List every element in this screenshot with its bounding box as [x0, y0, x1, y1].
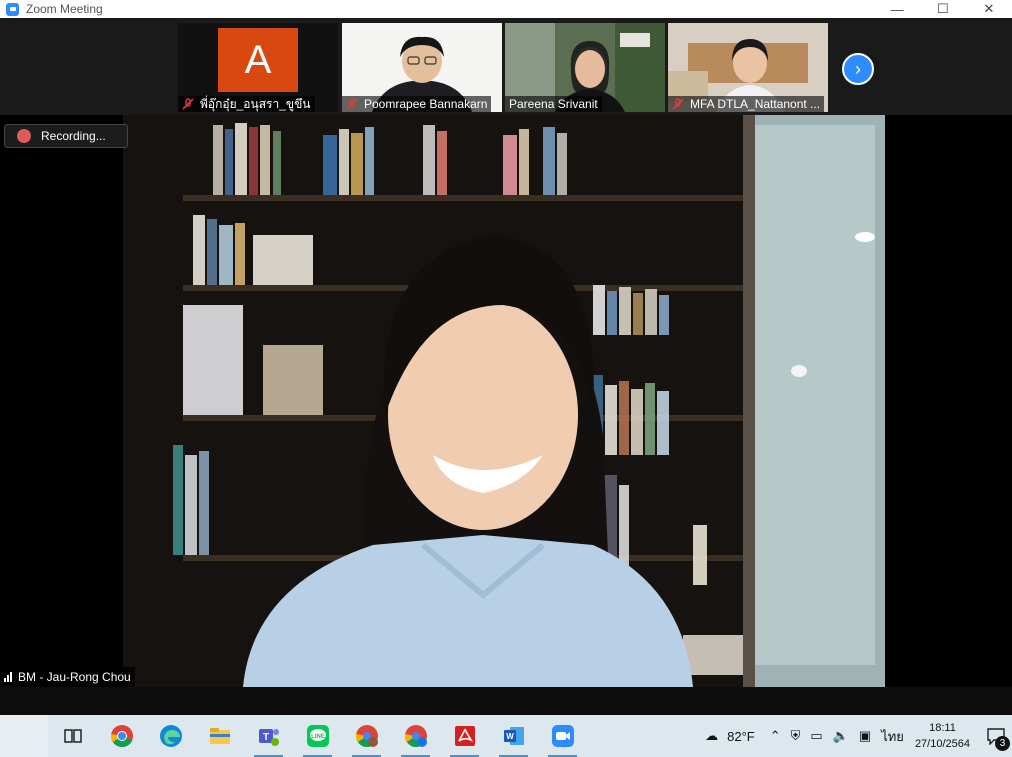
active-speaker-name: BM - Jau-Rong Chou	[18, 670, 131, 684]
svg-text:LINE: LINE	[311, 734, 325, 740]
weather-cloud-icon[interactable]: ☁	[705, 728, 718, 744]
title-bar: Zoom Meeting — ☐ ✕	[0, 0, 1012, 18]
participant-name-bar: Pareena Srivanit	[505, 96, 602, 112]
notification-center-button[interactable]: 3	[980, 715, 1012, 757]
signal-strength-icon	[4, 672, 12, 682]
participant-name-bar: MFA DTLA_Nattanont ...	[668, 96, 825, 112]
language-indicator[interactable]: ไทย	[881, 726, 904, 747]
svg-text:T: T	[262, 732, 268, 743]
recording-indicator[interactable]: Recording...	[4, 124, 128, 148]
chrome-icon[interactable]	[97, 715, 146, 757]
zoom-logo-icon	[6, 2, 19, 16]
mic-muted-icon	[672, 98, 684, 110]
window-title: Zoom Meeting	[26, 2, 103, 16]
chrome-profile-a-icon[interactable]	[391, 715, 440, 757]
windows-taskbar: T LINE W ☁ 82°F ⌃ ⛨ ▭ 🔈 ▣ ไทย 18:11 27/1…	[0, 715, 1012, 757]
participant-name: Poomrapee Bannakarn	[364, 97, 488, 111]
participant-name-bar: พี่อุ๊กอุ๋ย_อนุสรา_ขูขึน	[178, 96, 315, 112]
notification-count: 3	[995, 736, 1010, 751]
battery-icon[interactable]: ▭	[810, 728, 822, 744]
word-icon[interactable]: W	[489, 715, 538, 757]
teams-icon[interactable]: T	[244, 715, 293, 757]
network-icon[interactable]: ▣	[859, 728, 871, 744]
participant-name: Pareena Srivanit	[509, 97, 598, 111]
participant-name: พี่อุ๊กอุ๋ย_อนุสรา_ขูขึน	[200, 96, 311, 111]
edge-icon[interactable]	[146, 715, 195, 757]
svg-text:W: W	[506, 732, 514, 741]
participant-tile[interactable]: Poomrapee Bannakarn	[342, 23, 502, 112]
meeting-controls-area	[0, 687, 1012, 715]
close-button[interactable]: ✕	[966, 0, 1012, 18]
line-icon[interactable]: LINE	[293, 715, 342, 757]
clock-date: 27/10/2564	[914, 738, 970, 750]
active-speaker-video	[123, 115, 885, 687]
participant-name: MFA DTLA_Nattanont ...	[690, 97, 821, 111]
start-area[interactable]	[0, 715, 48, 757]
system-tray: ☁ 82°F ⌃ ⛨ ▭ 🔈 ▣ ไทย 18:11 27/10/2564 3	[700, 715, 1012, 757]
participant-name-bar: Poomrapee Bannakarn	[342, 96, 492, 112]
clock[interactable]: 18:11 27/10/2564	[915, 720, 970, 752]
mic-muted-icon	[346, 98, 358, 110]
participant-avatar: A	[218, 28, 298, 92]
participant-tile[interactable]: MFA DTLA_Nattanont ...	[668, 23, 828, 112]
clock-time: 18:11	[929, 722, 956, 734]
zoom-icon[interactable]	[538, 715, 587, 757]
weather-temp[interactable]: 82°F	[727, 729, 755, 744]
participant-strip: A พี่อุ๊กอุ๋ย_อนุสรา_ขูขึน Poomrapee Ban…	[0, 18, 1012, 115]
next-page-button[interactable]: ›	[842, 53, 874, 85]
recording-label: Recording...	[41, 129, 106, 143]
chevron-up-icon[interactable]: ⌃	[770, 728, 781, 744]
participant-tile[interactable]: A พี่อุ๊กอุ๋ย_อนุสรา_ขูขึน	[178, 23, 338, 112]
cloud-record-icon	[17, 129, 31, 143]
chrome-profile-l-icon[interactable]	[342, 715, 391, 757]
volume-icon[interactable]: 🔈	[833, 728, 849, 744]
acrobat-icon[interactable]	[440, 715, 489, 757]
chevron-right-icon: ›	[855, 58, 861, 79]
minimize-button[interactable]: —	[874, 0, 920, 18]
file-explorer-icon[interactable]	[195, 715, 244, 757]
task-view-icon[interactable]	[48, 715, 97, 757]
maximize-button[interactable]: ☐	[920, 0, 966, 18]
speaker-video-frame	[123, 115, 885, 687]
mic-muted-icon	[182, 98, 194, 110]
active-speaker-label: BM - Jau-Rong Chou	[0, 667, 135, 687]
participant-tile[interactable]: Pareena Srivanit	[505, 23, 665, 112]
speaker-view: Recording... BM - Jau-Rong Chou	[0, 115, 1012, 687]
security-shield-icon[interactable]: ⛨	[791, 728, 801, 744]
